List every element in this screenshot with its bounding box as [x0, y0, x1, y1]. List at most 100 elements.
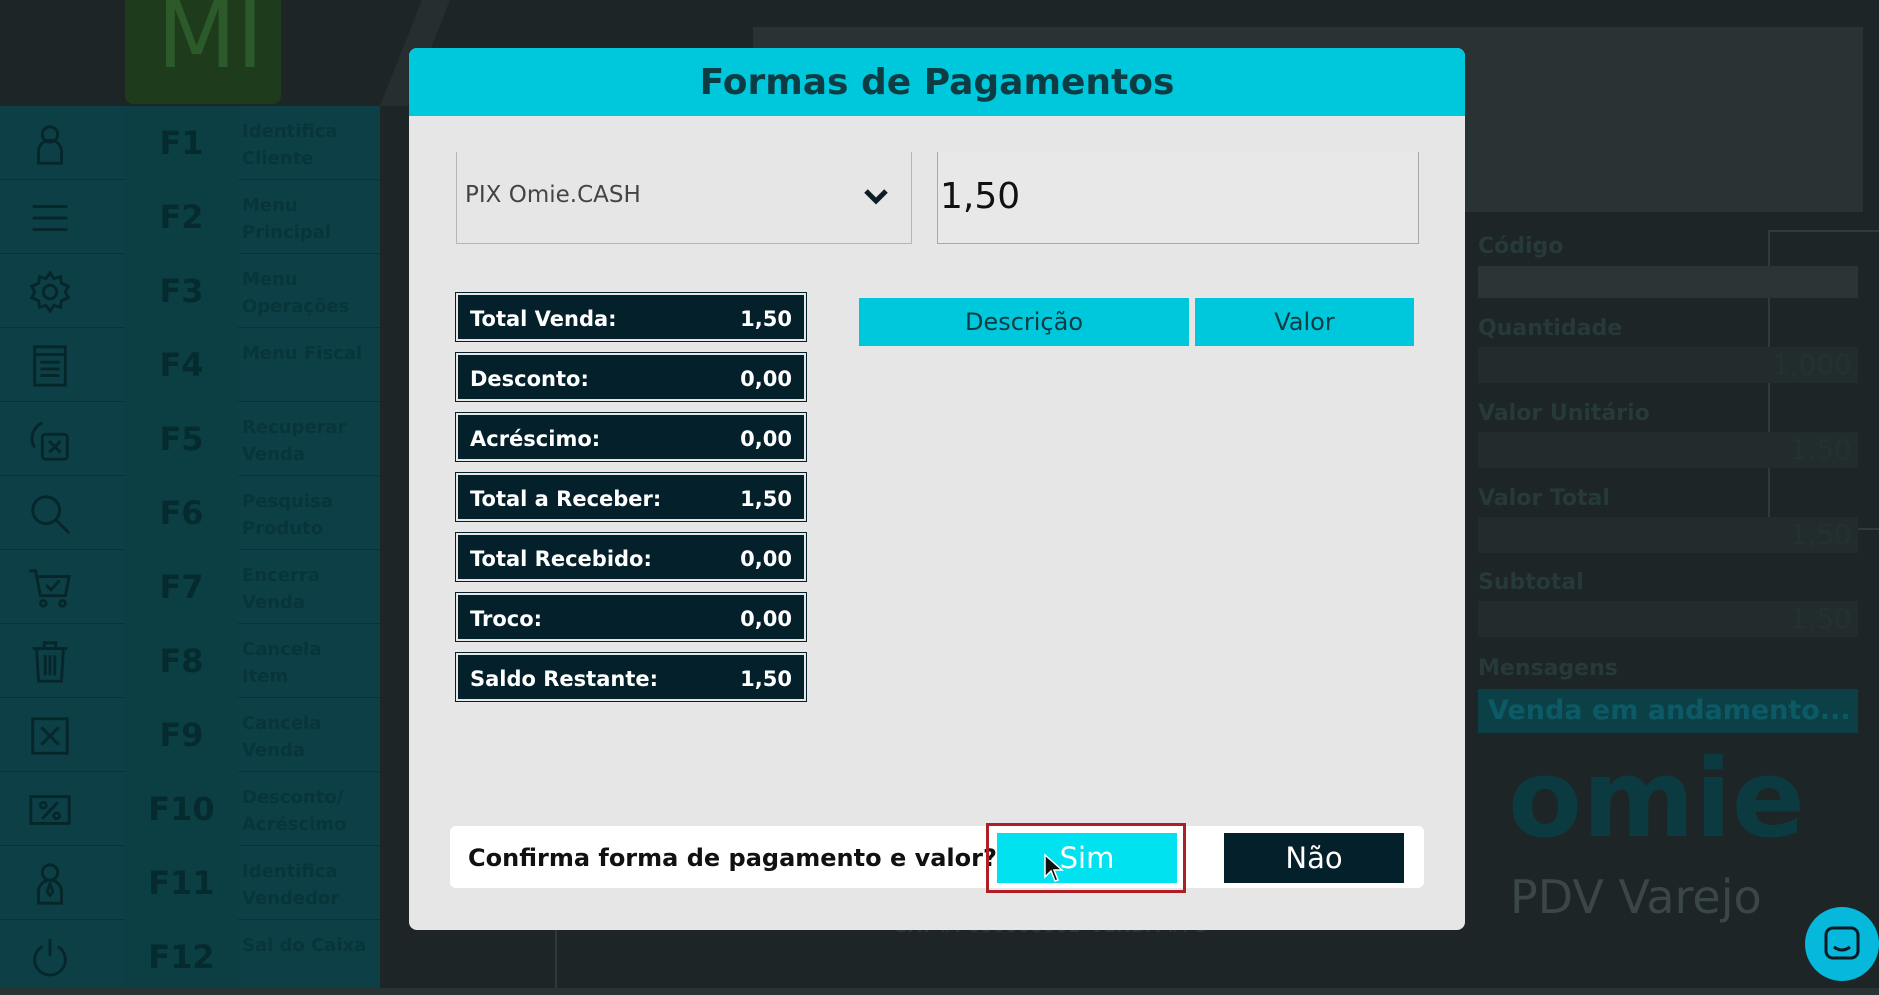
payment-method-select[interactable]: PIX Omie.CASH [456, 152, 912, 244]
summary-troco: Troco: 0,00 [455, 592, 807, 642]
sidebar-item-pesquisa-produto[interactable]: F6 Pesquisa Produto [0, 476, 380, 550]
summary-label: Total Recebido: [470, 547, 652, 571]
function-key: F12 [125, 920, 238, 994]
confirmation-question: Confirma forma de pagamento e valor? [468, 844, 997, 872]
trash-icon [22, 640, 78, 684]
sidebar-item-encerra-venda[interactable]: F7 Encerra Venda [0, 550, 380, 624]
summary-label: Desconto: [470, 367, 589, 391]
sidebar-item-menu-principal[interactable]: F2 Menu Principal [0, 180, 380, 254]
codigo-field[interactable] [1478, 266, 1858, 298]
quantidade-label: Quantidade [1478, 316, 1623, 341]
summary-value: 1,50 [740, 307, 792, 331]
function-key: F3 [125, 254, 238, 328]
sidebar-item-label: Sai do Caixa [242, 935, 367, 956]
summary-total-venda: Total Venda: 1,50 [455, 292, 807, 342]
menu-icon [22, 196, 78, 240]
summary-value: 0,00 [740, 547, 792, 571]
sidebar-item-recuperar-venda[interactable]: F5 Recuperar Venda [0, 402, 380, 476]
summary-value: 0,00 [740, 367, 792, 391]
sidebar-item-menu-fiscal[interactable]: F4 Menu Fiscal [0, 328, 380, 402]
column-header-descricao[interactable]: Descrição [859, 298, 1189, 346]
quantidade-field[interactable]: 1,000 [1478, 347, 1858, 383]
subtotal-field: 1,50 [1478, 601, 1858, 637]
subtotal-label: Subtotal [1478, 570, 1584, 595]
app-logo-text: MI [157, 0, 264, 89]
bottom-bar [0, 988, 1879, 995]
function-key: F11 [125, 846, 238, 920]
payment-amount-input[interactable]: 1,50 [937, 152, 1419, 244]
brand-logo: omie [1508, 737, 1805, 862]
summary-desconto: Desconto: 0,00 [455, 352, 807, 402]
function-key: F6 [125, 476, 238, 550]
function-key: F1 [125, 106, 238, 180]
mouse-cursor-icon [1044, 853, 1064, 882]
recover-sale-icon [22, 418, 78, 462]
gear-icon [22, 270, 78, 314]
payment-methods-dialog: Formas de Pagamentos PIX Omie.CASH 1,50 … [409, 48, 1465, 930]
function-key: F5 [125, 402, 238, 476]
summary-total-recebido: Total Recebido: 0,00 [455, 532, 807, 582]
search-icon [22, 492, 78, 536]
sidebar-item-label: Pesquisa Produto [242, 491, 333, 539]
summary-value: 0,00 [740, 607, 792, 631]
summary-acrescimo: Acréscimo: 0,00 [455, 412, 807, 462]
sidebar-item-cancela-venda[interactable]: F9 Cancela Venda [0, 698, 380, 772]
summary-value: 0,00 [740, 427, 792, 451]
seller-icon [22, 862, 78, 906]
sidebar-item-label: Cancela Item [242, 639, 322, 687]
sidebar-item-label: Identifica Cliente [242, 121, 338, 169]
pdv-screen: MI F1 Identifica Cliente F2 Menu Princip… [0, 0, 1879, 995]
sidebar-item-menu-operacoes[interactable]: F3 Menu Operações [0, 254, 380, 328]
brand-subtitle: PDV Varejo [1510, 870, 1762, 924]
sidebar-item-label: Desconto/ Acréscimo [242, 787, 347, 835]
column-header-valor[interactable]: Valor [1195, 298, 1414, 346]
power-icon [22, 936, 78, 980]
sidebar-item-identifica-cliente[interactable]: F1 Identifica Cliente [0, 106, 380, 180]
dialog-header: Formas de Pagamentos [409, 48, 1465, 116]
summary-value: 1,50 [740, 667, 792, 691]
percent-icon [22, 788, 78, 832]
chat-icon [1824, 926, 1860, 960]
valor-total-label: Valor Total [1478, 486, 1610, 511]
function-key: F2 [125, 180, 238, 254]
function-key-sidebar: F1 Identifica Cliente F2 Menu Principal … [0, 106, 380, 995]
summary-label: Total a Receber: [470, 487, 662, 511]
chat-button[interactable] [1805, 907, 1879, 981]
function-key: F10 [125, 772, 238, 846]
sidebar-item-label: Recuperar Venda [242, 417, 347, 465]
summary-saldo-restante: Saldo Restante: 1,50 [455, 652, 807, 702]
summary-label: Saldo Restante: [470, 667, 659, 691]
summary-label: Total Venda: [470, 307, 617, 331]
summary-total-a-receber: Total a Receber: 1,50 [455, 472, 807, 522]
sidebar-item-label: Menu Principal [242, 195, 332, 243]
function-key: F7 [125, 550, 238, 624]
sidebar-item-desconto-acrescimo[interactable]: F10 Desconto/ Acréscimo [0, 772, 380, 846]
sidebar-item-identifica-vendedor[interactable]: F11 Identifica Vendedor [0, 846, 380, 920]
mensagens-label: Mensagens [1478, 656, 1618, 681]
function-key: F9 [125, 698, 238, 772]
cart-check-icon [22, 566, 78, 610]
confirm-yes-button[interactable]: Sim [997, 833, 1177, 883]
sidebar-item-label: Cancela Venda [242, 713, 322, 761]
app-logo: MI [125, 0, 281, 104]
user-icon [22, 122, 78, 166]
valor-unitario-field: 1,50 [1478, 432, 1858, 468]
sidebar-item-label: Menu Fiscal [242, 343, 363, 364]
sidebar-item-cancela-item[interactable]: F8 Cancela Item [0, 624, 380, 698]
receipt-icon [22, 344, 78, 388]
confirm-no-button[interactable]: Não [1224, 833, 1404, 883]
function-key: F8 [125, 624, 238, 698]
sidebar-item-sai-do-caixa[interactable]: F12 Sai do Caixa [0, 920, 380, 994]
summary-label: Troco: [470, 607, 543, 631]
sidebar-item-label: Menu Operações [242, 269, 350, 317]
dialog-title: Formas de Pagamentos [699, 61, 1175, 103]
codigo-label: Código [1478, 234, 1564, 259]
summary-value: 1,50 [740, 487, 792, 511]
close-box-icon [22, 714, 78, 758]
sidebar-item-label: Encerra Venda [242, 565, 320, 613]
summary-label: Acréscimo: [470, 427, 601, 451]
sidebar-item-label: Identifica Vendedor [242, 861, 340, 909]
valor-total-field: 1,50 [1478, 517, 1858, 553]
function-key: F4 [125, 328, 238, 402]
mensagens-field: Venda em andamento... [1478, 689, 1858, 733]
